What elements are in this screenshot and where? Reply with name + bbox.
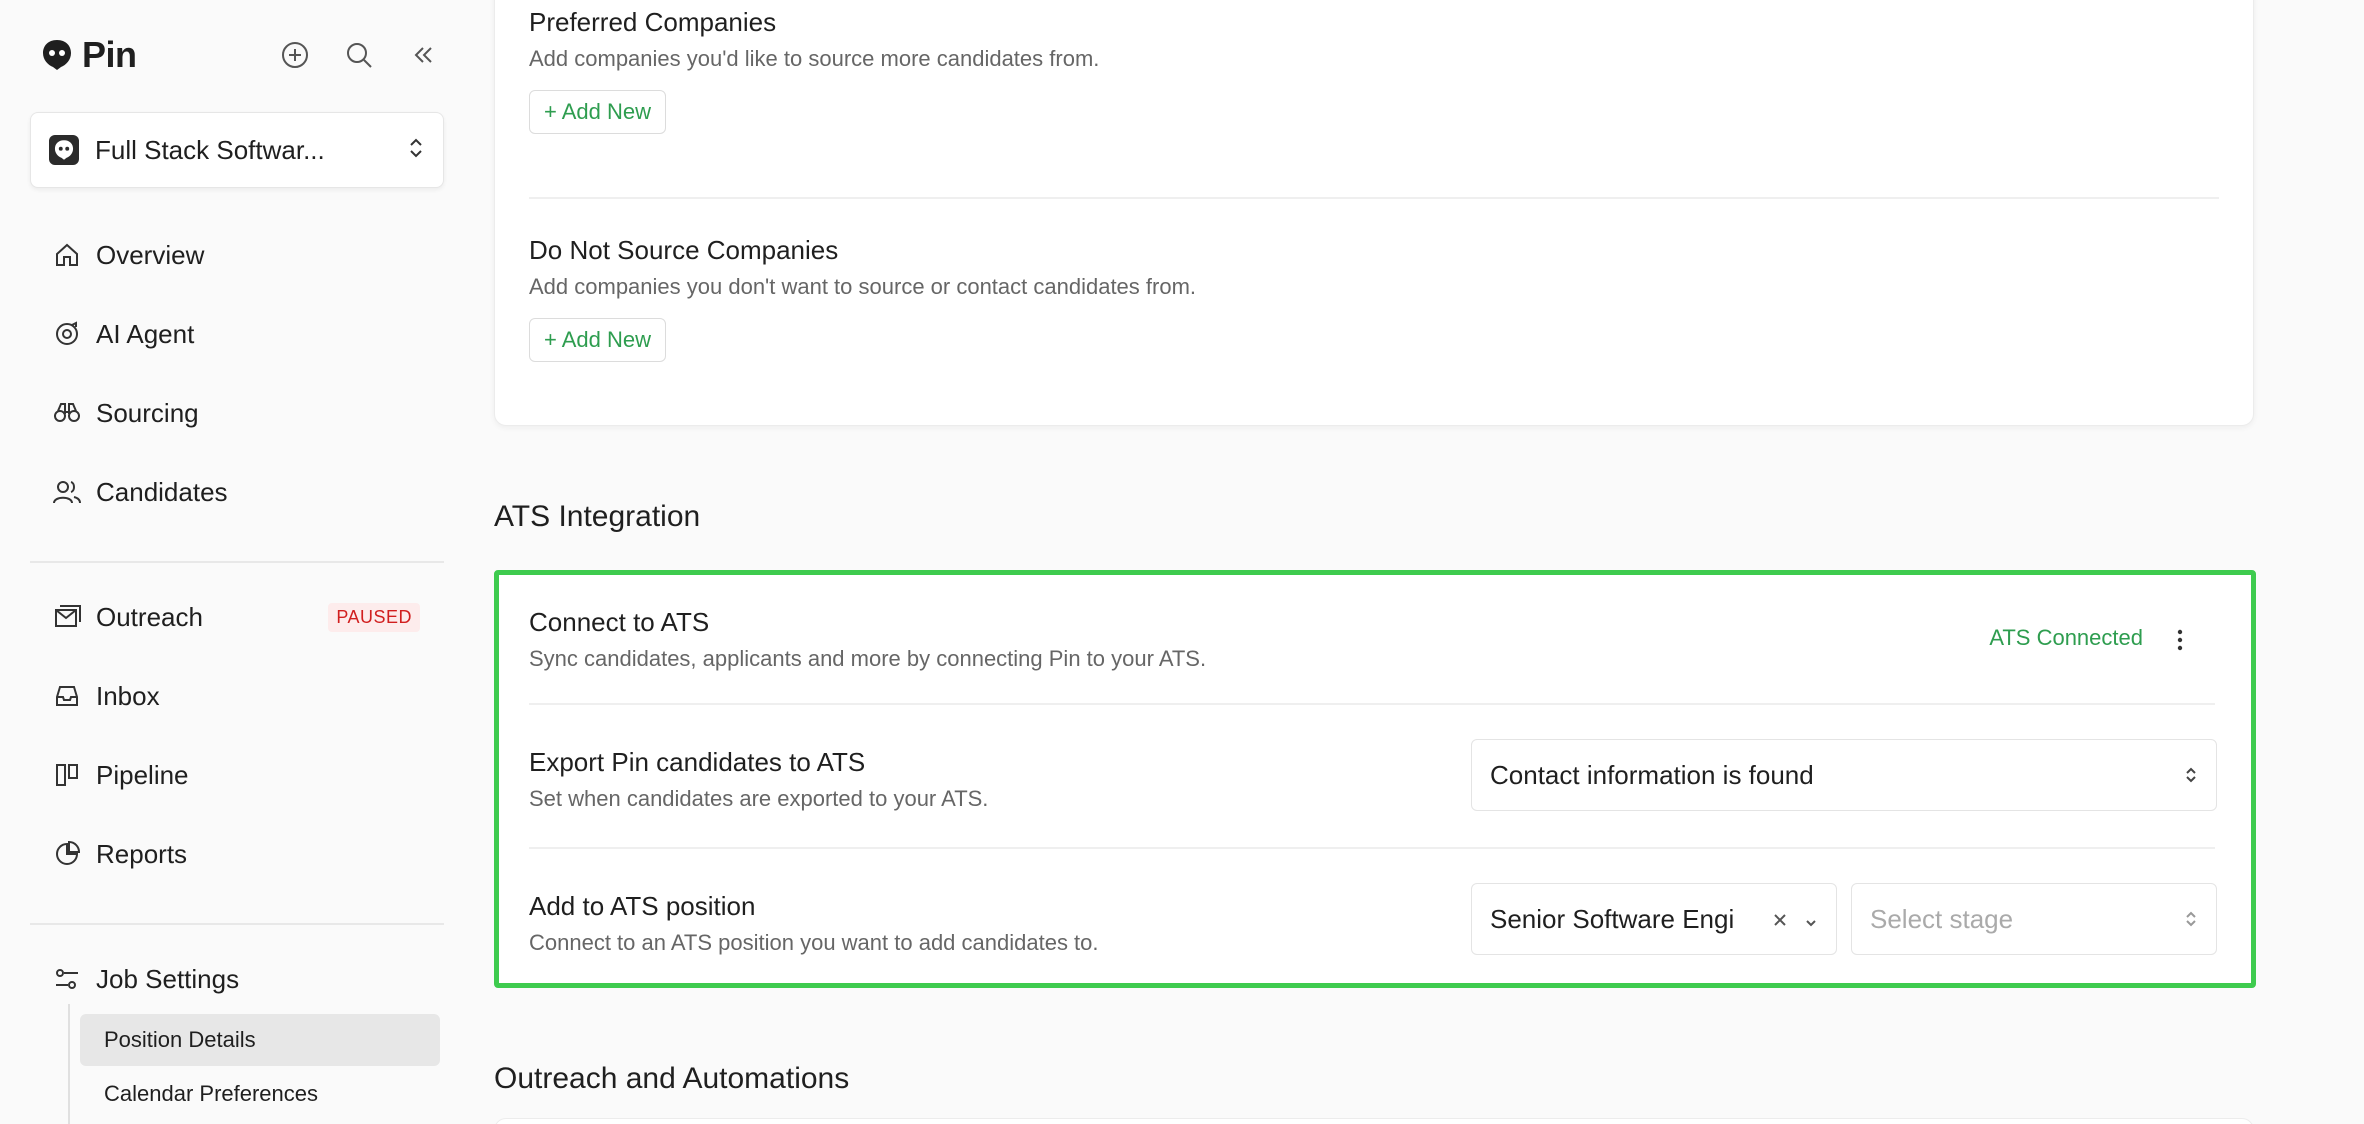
sidebar: Pin Full Stack Softwar... Overview AI Ag… [0, 0, 470, 1124]
ats-position-select[interactable]: Senior Software Engi [1471, 883, 1837, 955]
nav-item-ai-agent[interactable]: AI Agent [30, 304, 444, 364]
nav-label-pipeline: Pipeline [96, 759, 189, 790]
nav-item-outreach[interactable]: Outreach PAUSED [30, 587, 444, 647]
sliders-icon [52, 964, 82, 994]
primary-nav: Overview AI Agent Sourcing Candidates [30, 225, 444, 522]
ats-connect-desc: Sync candidates, applicants and more by … [529, 646, 1207, 671]
nav-item-pipeline[interactable]: Pipeline [30, 745, 444, 805]
home-icon [52, 240, 82, 270]
nav-item-reports[interactable]: Reports [30, 824, 444, 884]
clear-icon[interactable] [1772, 904, 1788, 935]
ats-row-divider-2 [529, 847, 2215, 849]
nav-label-outreach: Outreach [96, 601, 203, 632]
select-controls [1772, 904, 1818, 935]
ats-integration-card: Connect to ATS Sync candidates, applican… [494, 570, 2256, 988]
search-icon[interactable] [342, 38, 376, 72]
ats-connected-status: ATS Connected [1989, 625, 2143, 650]
chevron-up-down-icon [2184, 765, 2198, 785]
nav-label-ai-agent: AI Agent [96, 318, 195, 349]
inbox-icon [52, 681, 82, 711]
export-trigger-select[interactable]: Contact information is found [1471, 739, 2217, 811]
collapse-sidebar-icon[interactable] [406, 38, 440, 72]
subnav-item-position-details[interactable]: Position Details [80, 1014, 440, 1066]
preferred-companies-desc: Add companies you'd like to source more … [529, 46, 1100, 71]
nav-item-inbox[interactable]: Inbox [30, 666, 444, 726]
job-settings-subnav: Position Details Calendar Preferences [68, 1004, 440, 1124]
sidebar-actions [278, 38, 440, 72]
users-icon [52, 477, 82, 507]
ai-agent-icon [52, 319, 82, 349]
mail-stack-icon [52, 602, 82, 632]
project-title: Full Stack Softwar... [95, 134, 325, 165]
secondary-nav: Outreach PAUSED Inbox Pipeline Reports [30, 587, 444, 884]
chevron-down-icon[interactable] [1804, 904, 1818, 935]
ats-section-title: ATS Integration [494, 500, 701, 533]
nav-label-overview: Overview [96, 239, 205, 270]
nav-label-inbox: Inbox [96, 680, 160, 711]
ats-stage-select[interactable]: Select stage [1851, 883, 2217, 955]
nav-item-sourcing[interactable]: Sourcing [30, 383, 444, 443]
outreach-card [494, 1118, 2254, 1124]
chevron-up-down-icon [407, 136, 425, 165]
nav-label-job-settings: Job Settings [96, 963, 240, 994]
nav-divider-2 [30, 923, 444, 925]
do-not-source-companies: Do Not Source Companies Add companies yo… [529, 235, 1196, 362]
add-circle-icon[interactable] [278, 38, 312, 72]
project-icon [49, 135, 79, 165]
binoculars-icon [52, 398, 82, 428]
pin-logo-icon [43, 40, 71, 70]
companies-divider [529, 197, 2219, 199]
nav-label-candidates: Candidates [96, 476, 228, 507]
nav-divider [30, 561, 444, 563]
nav-item-candidates[interactable]: Candidates [30, 462, 444, 522]
ats-connect-title: Connect to ATS [529, 607, 710, 637]
outreach-section-title: Outreach and Automations [494, 1062, 850, 1095]
export-trigger-value: Contact information is found [1490, 759, 1814, 790]
preferred-companies: Preferred Companies Add companies you'd … [529, 7, 1099, 134]
nav-label-reports: Reports [96, 838, 188, 869]
app-name: Pin [82, 34, 137, 75]
do-not-source-title: Do Not Source Companies [529, 235, 839, 265]
chevron-up-down-icon [2184, 909, 2198, 929]
settings-nav: Job Settings [30, 949, 444, 1009]
pie-chart-icon [52, 839, 82, 869]
nav-item-overview[interactable]: Overview [30, 225, 444, 285]
kanban-icon [52, 760, 82, 790]
ats-stage-placeholder: Select stage [1870, 903, 2014, 934]
add-preferred-company-button[interactable]: + Add New [529, 90, 667, 134]
nav-label-sourcing: Sourcing [96, 397, 199, 428]
companies-card: Preferred Companies Add companies you'd … [494, 0, 2254, 426]
add-do-not-source-company-button[interactable]: + Add New [529, 318, 667, 362]
status-badge-paused: PAUSED [328, 602, 420, 632]
do-not-source-desc: Add companies you don't want to source o… [529, 274, 1197, 299]
preferred-companies-title: Preferred Companies [529, 7, 777, 37]
ats-connect-row: Connect to ATS Sync candidates, applican… [529, 607, 2215, 672]
brand[interactable]: Pin [40, 34, 137, 76]
ats-position-value: Senior Software Engi [1490, 903, 1735, 934]
nav-item-job-settings[interactable]: Job Settings [30, 949, 444, 1009]
more-options-icon[interactable] [2167, 625, 2193, 655]
project-selector[interactable]: Full Stack Softwar... [30, 112, 444, 188]
subnav-item-calendar-preferences[interactable]: Calendar Preferences [80, 1068, 440, 1120]
ats-row-divider-1 [529, 703, 2215, 705]
